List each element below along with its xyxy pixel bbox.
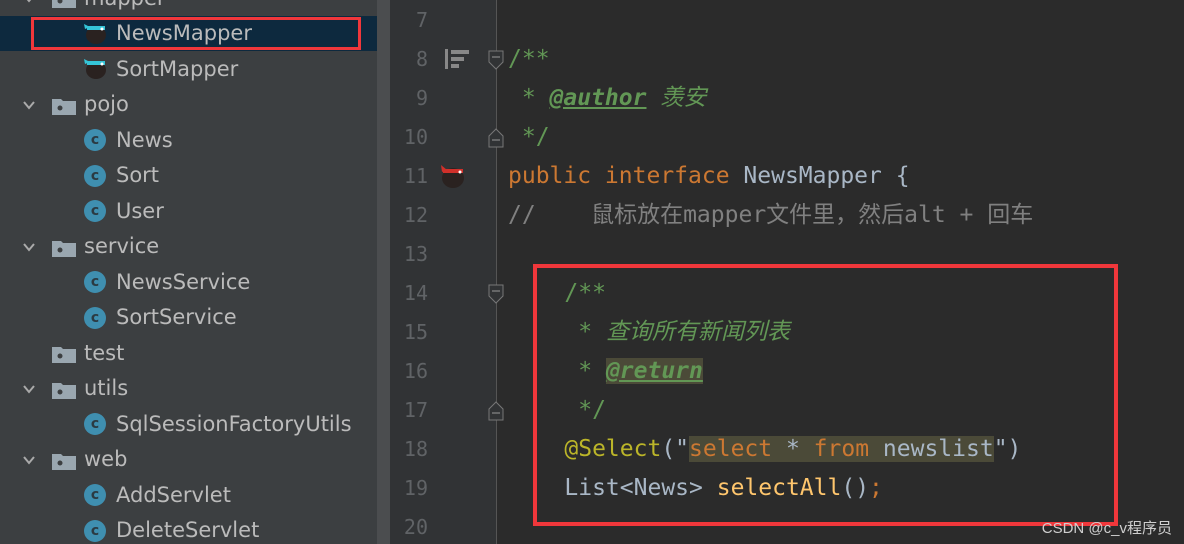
tree-item-news[interactable]: c News	[0, 122, 377, 157]
tree-item-service[interactable]: service	[0, 229, 377, 264]
watermark: CSDN @c_v程序员	[1041, 520, 1172, 537]
chevron-down-icon[interactable]	[22, 98, 36, 112]
line-number: 17	[403, 398, 428, 422]
tree-item-user[interactable]: c User	[0, 193, 377, 228]
fold-open-icon[interactable]	[488, 284, 504, 304]
code-line[interactable]: */	[508, 122, 550, 152]
line-number: 13	[403, 242, 428, 266]
code-token: @author	[549, 85, 647, 111]
tree-item-label: SortMapper	[116, 56, 239, 81]
code-line[interactable]: /**	[508, 44, 550, 74]
tree-item-label: pojo	[84, 92, 129, 116]
folder-icon	[52, 0, 76, 8]
fold-open-icon[interactable]	[488, 50, 504, 70]
tree-item-addservlet[interactable]: c AddServlet	[0, 477, 377, 512]
fold-close-icon[interactable]	[488, 128, 504, 148]
tree-item-sortmapper[interactable]: SortMapper	[0, 51, 377, 86]
line-number: 11	[403, 164, 428, 188]
tree-item-sort[interactable]: c Sort	[0, 158, 377, 193]
tree-item-label: web	[84, 447, 128, 471]
code-token: public interface	[508, 163, 744, 189]
highlight-box-code	[533, 264, 1118, 526]
tree-item-label: News	[116, 127, 173, 152]
class-icon: c	[84, 129, 106, 151]
line-number: 8	[415, 47, 428, 71]
code-token: */	[508, 124, 550, 150]
tree-item-label: User	[116, 198, 164, 223]
fold-guide	[496, 0, 497, 544]
highlight-box-newsmapper	[31, 17, 361, 50]
tree-item-label: DeleteServlet	[116, 518, 260, 542]
code-token: /**	[508, 46, 550, 72]
tree-item-label: service	[84, 234, 160, 258]
code-token: *	[508, 85, 550, 111]
tree-item-label: Sort	[116, 163, 160, 187]
line-number: 18	[403, 437, 428, 461]
class-icon: c	[84, 519, 106, 542]
code-token: 羡安	[646, 85, 707, 111]
line-number: 15	[403, 320, 428, 344]
class-icon: c	[84, 413, 106, 435]
line-number: 19	[403, 476, 428, 500]
folder-icon	[52, 96, 76, 115]
folder-icon	[52, 344, 76, 363]
mybatis-navigate-icon[interactable]	[438, 163, 468, 193]
line-number: 14	[403, 281, 428, 305]
folder-icon	[52, 451, 76, 470]
code-token: // 鼠标放在mapper文件里，然后alt + 回车	[508, 202, 1034, 228]
line-number: 20	[403, 515, 428, 539]
tree-item-label: SortService	[116, 305, 237, 329]
chevron-down-icon[interactable]	[22, 453, 36, 467]
tree-item-newsservice[interactable]: c NewsService	[0, 264, 377, 299]
class-icon: c	[84, 484, 106, 506]
code-token: NewsMapper {	[743, 163, 910, 189]
class-icon: c	[84, 200, 106, 222]
panel-splitter[interactable]	[377, 0, 390, 544]
folder-icon	[52, 238, 76, 257]
class-icon: c	[84, 164, 106, 187]
class-icon: c	[84, 306, 106, 329]
chevron-down-icon[interactable]	[22, 0, 36, 5]
tree-item-utils[interactable]: utils	[0, 371, 377, 406]
tree-item-label: utils	[84, 376, 129, 400]
project-tree: mapperNewsMapperSortMapperpojocNewscSort…	[0, 0, 377, 544]
tree-item-test[interactable]: test	[0, 335, 377, 370]
tree-item-web[interactable]: web	[0, 442, 377, 477]
tree-item-label: SqlSessionFactoryUtils	[116, 411, 352, 436]
tree-item-sqlsessionfactoryutils[interactable]: c SqlSessionFactoryUtils	[0, 406, 377, 441]
line-number: 9	[415, 86, 428, 110]
editor-gutter	[390, 0, 497, 544]
code-line[interactable]: * @author 羡安	[508, 83, 707, 113]
line-number: 16	[403, 359, 428, 383]
tree-item-label: mapper	[84, 0, 166, 10]
fold-close-icon[interactable]	[488, 401, 504, 421]
line-number: 7	[415, 8, 428, 32]
tree-item-sortservice[interactable]: c SortService	[0, 300, 377, 335]
chevron-down-icon[interactable]	[22, 240, 36, 254]
line-number: 10	[403, 125, 428, 149]
folder-icon	[52, 380, 76, 399]
tree-item-label: AddServlet	[116, 482, 231, 507]
code-line[interactable]: public interface NewsMapper {	[508, 161, 910, 191]
class-icon: c	[84, 271, 106, 293]
tree-item-label: test	[84, 340, 125, 365]
mybatis-mapper-icon	[82, 56, 108, 80]
tree-item-pojo[interactable]: pojo	[0, 87, 377, 122]
structure-icon[interactable]	[445, 49, 471, 73]
chevron-down-icon[interactable]	[22, 382, 36, 396]
code-line[interactable]: // 鼠标放在mapper文件里，然后alt + 回车	[508, 200, 1033, 230]
tree-item-label: NewsService	[116, 269, 251, 294]
tree-item-mapper[interactable]: mapper	[0, 0, 377, 15]
tree-item-deleteservlet[interactable]: c DeleteServlet	[0, 513, 377, 544]
line-number: 12	[403, 203, 428, 227]
